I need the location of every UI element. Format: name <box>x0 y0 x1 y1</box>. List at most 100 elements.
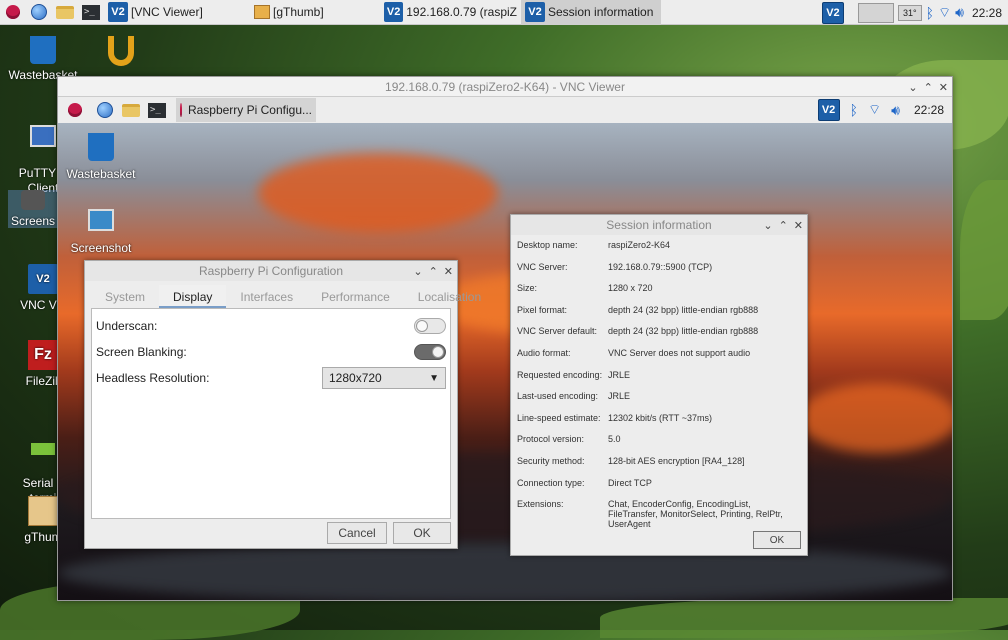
desktop-icon-label: Wastebasket <box>66 167 136 181</box>
session-info-key: VNC Server default: <box>517 326 598 337</box>
vnc-server-icon[interactable]: V2 <box>817 99 840 121</box>
session-information-dialog: Session information ⌄ ⌃ ✕ Desktop name: r… <box>510 214 808 556</box>
vnc-viewer-icon: V2 <box>28 264 58 294</box>
headless-resolution-label: Headless Resolution: <box>96 371 210 385</box>
vnc-icon: V2 <box>384 2 404 22</box>
file-manager-icon[interactable] <box>54 2 76 22</box>
session-info-row: Connection type: Direct TCP <box>517 475 801 497</box>
task-gthumb[interactable]: [gThumb] <box>242 0 380 25</box>
system-tray: V2 31° ᛒ ⌔ 🔊︎ 22:28 <box>821 0 1008 25</box>
desktop-icon-label: Screenshot <box>70 241 132 255</box>
session-info-value: 1280 x 720 <box>608 283 653 294</box>
session-info-value: VNC Server does not support audio <box>608 347 751 358</box>
task-label: Raspberry Pi Configu... <box>187 103 312 117</box>
task-session-information[interactable]: V2 Session information <box>521 0 661 25</box>
raspberry-menu-icon[interactable] <box>2 2 24 22</box>
maximize-icon[interactable]: ⌃ <box>429 265 438 278</box>
volume-icon[interactable]: 🔊︎ <box>955 4 964 21</box>
browser-icon[interactable] <box>28 2 50 22</box>
clock: 22:28 <box>971 5 1002 20</box>
desktop-icon-label: FileZill <box>25 374 61 388</box>
tab-system[interactable]: System <box>91 285 159 308</box>
wastebasket-icon <box>30 36 56 64</box>
gthumb-icon <box>254 5 270 19</box>
session-info-key: Security method: <box>517 455 585 466</box>
task-vnc-session[interactable]: V2 192.168.0.79 (raspiZ <box>380 0 521 25</box>
session-info-key: Pixel format: <box>517 304 568 315</box>
headless-resolution-select[interactable]: 1280x720 ▼ <box>322 367 446 389</box>
close-icon[interactable]: ✕ <box>794 219 803 232</box>
file-manager-icon[interactable] <box>120 100 142 120</box>
tab-display[interactable]: Display <box>159 285 227 308</box>
underscan-toggle[interactable] <box>414 318 446 334</box>
maximize-icon[interactable]: ⌃ <box>779 219 788 232</box>
remote-taskbar: >_ Raspberry Pi Configu... V2 ᛒ ⌔ 🔊︎ 22:… <box>58 97 952 123</box>
maximize-icon[interactable]: ⌃ <box>924 81 933 94</box>
close-icon[interactable]: ✕ <box>444 265 453 278</box>
desktop-icon-label: Screens <box>10 214 56 228</box>
terminal-icon[interactable]: >_ <box>80 2 102 22</box>
session-info-row: Security method: 128-bit AES encryption [… <box>517 453 801 475</box>
bluetooth-icon[interactable]: ᛒ <box>926 5 934 21</box>
desktop-icon-screenshot[interactable]: Screens <box>8 190 58 228</box>
remote-icon-wastebasket[interactable]: Wastebasket <box>66 133 136 181</box>
wifi-icon[interactable]: ⌔ <box>868 101 881 119</box>
session-info-value: depth 24 (32 bpp) little-endian rgb888 <box>608 326 759 337</box>
desktop-icon-u[interactable] <box>96 36 146 66</box>
dialog-titlebar[interactable]: Session information ⌄ ⌃ ✕ <box>511 215 807 235</box>
session-info-table: Desktop name: raspiZero2-K64 VNC Server: 19… <box>511 235 807 530</box>
session-info-value: 5.0 <box>608 434 621 445</box>
session-info-row: Pixel format: depth 24 (32 bpp) little-en… <box>517 302 801 324</box>
headless-resolution-value: 1280x720 <box>329 371 382 385</box>
cancel-button[interactable]: Cancel <box>327 522 387 544</box>
bluetooth-icon[interactable]: ᛒ <box>850 102 858 118</box>
u-app-icon <box>108 36 134 66</box>
remote-clock: 22:28 <box>913 103 944 117</box>
remote-icon-screenshot[interactable]: Screenshot <box>66 209 136 255</box>
session-info-value: JRLE <box>608 369 631 380</box>
display-tab-content: Underscan: Screen Blanking: Headless Res… <box>91 309 451 519</box>
session-info-value: 192.168.0.79::5900 (TCP) <box>608 261 713 272</box>
screen-blanking-toggle[interactable] <box>414 344 446 360</box>
vnc-window-title: 192.168.0.79 (raspiZero2-K64) - VNC View… <box>385 79 625 94</box>
session-info-key: Last-used encoding: <box>517 391 599 402</box>
tab-performance[interactable]: Performance <box>307 285 404 308</box>
task-label: 192.168.0.79 (raspiZ <box>406 5 517 19</box>
terminal-icon[interactable]: >_ <box>146 100 168 120</box>
putty-icon <box>30 125 56 147</box>
tab-interfaces[interactable]: Interfaces <box>226 285 307 308</box>
session-info-key: Connection type: <box>517 477 585 488</box>
vnc-icon: V2 <box>108 2 128 22</box>
ok-button[interactable]: OK <box>393 522 451 544</box>
browser-icon[interactable] <box>94 100 116 120</box>
session-info-key: Audio format: <box>517 347 571 358</box>
task-vnc-viewer[interactable]: V2 [VNC Viewer] <box>104 0 242 25</box>
session-info-value: JRLE <box>608 391 631 402</box>
minimize-icon[interactable]: ⌄ <box>413 265 422 278</box>
vnc-window-titlebar[interactable]: 192.168.0.79 (raspiZero2-K64) - VNC View… <box>58 77 952 97</box>
serial-port-icon <box>31 443 55 455</box>
session-ok-button[interactable]: OK <box>753 531 801 549</box>
wifi-icon[interactable]: ⌔ <box>938 4 951 22</box>
vnc-server-icon[interactable]: V2 <box>821 1 844 24</box>
session-info-value: Direct TCP <box>608 477 652 488</box>
session-info-key: Extensions: <box>517 499 564 510</box>
camera-icon <box>88 209 114 231</box>
session-info-row: Last-used encoding: JRLE <box>517 388 801 410</box>
session-info-row: Extensions: Chat, EncoderConfig, Encoding… <box>517 496 801 530</box>
minimize-icon[interactable]: ⌄ <box>763 219 772 232</box>
session-info-value: 128-bit AES encryption [RA4_128] <box>608 455 745 466</box>
raspberry-menu-icon[interactable] <box>64 100 86 120</box>
temperature-indicator: 31° <box>897 4 922 21</box>
raspberry-icon <box>180 103 182 117</box>
task-label: Session information <box>548 5 654 19</box>
volume-icon[interactable]: 🔊︎ <box>891 102 900 119</box>
dialog-titlebar[interactable]: Raspberry Pi Configuration ⌄ ⌃ ✕ <box>85 261 457 281</box>
session-info-row: Size: 1280 x 720 <box>517 280 801 302</box>
remote-task-rpi-config[interactable]: Raspberry Pi Configu... <box>176 98 316 122</box>
tab-localisation[interactable]: Localisation <box>404 285 495 308</box>
camera-icon <box>21 190 45 210</box>
session-info-row: Desktop name: raspiZero2-K64 <box>517 237 801 259</box>
close-icon[interactable]: ✕ <box>939 81 948 94</box>
minimize-icon[interactable]: ⌄ <box>908 81 917 94</box>
